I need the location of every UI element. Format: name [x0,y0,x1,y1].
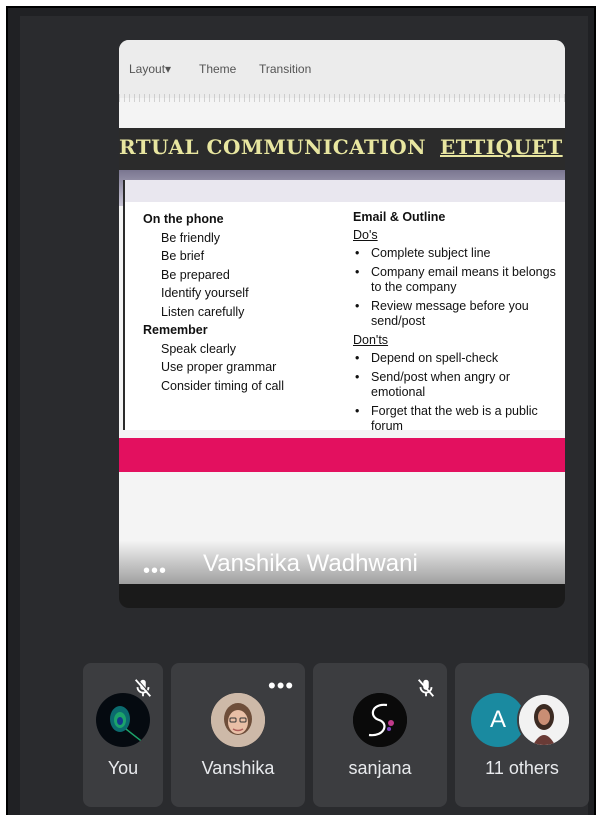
theme-menu: Theme [199,62,237,76]
participant-name: Vanshika [201,758,275,778]
participant-name: sanjana [348,758,412,778]
phone-item: Be prepared [161,267,230,282]
user-photo-icon [519,695,569,745]
avatar [96,693,150,747]
phone-item: Be brief [161,249,205,263]
transition-menu: Transition [259,62,312,76]
layout-menu: Layout▾ [129,62,172,76]
phone-heading: On the phone [143,212,224,226]
participant-name: 11 others [485,758,559,778]
avatar [211,693,265,747]
phone-item: Listen carefully [161,304,245,319]
slide-content: On the phone Be friendly Be brief Be pre… [123,180,565,433]
remember-item: Use proper grammar [161,360,277,374]
remember-item: Consider timing of call [161,378,284,393]
remember-item: Speak clearly [161,341,237,356]
participant-tile-vanshika[interactable]: ••• Vanshika [171,663,305,807]
meeting-window: Layout▾ Theme Transition RTUAL COMMUNICA… [6,6,596,815]
more-options-icon[interactable]: ••• [268,673,294,699]
avatar [353,693,407,747]
phone-item: Be friendly [161,230,221,245]
more-options-icon[interactable]: ••• [143,560,167,583]
meeting-stage: Layout▾ Theme Transition RTUAL COMMUNICA… [20,16,589,815]
donts-label: Don'ts [353,333,389,347]
donts-item: Forget that the web is a public forum [353,404,563,434]
email-heading: Email & Outline [353,210,446,224]
participant-tile-others[interactable]: A 11 others [455,663,589,807]
slide-ruler [119,94,565,102]
dos-item: Complete subject line [353,246,563,261]
phone-column: On the phone Be friendly Be brief Be pre… [143,210,284,395]
shared-screen-tile[interactable]: Layout▾ Theme Transition RTUAL COMMUNICA… [119,40,565,608]
participant-name: You [107,758,139,778]
donts-item: Send/post when angry or emotional [353,370,563,400]
presenter-name: Vanshika Wadhwani [203,550,418,577]
mic-off-icon [417,679,435,697]
mic-off-icon [134,678,153,697]
slide-accent-band [119,438,565,472]
phone-item: Identify yourself [161,286,249,300]
avatar [517,693,571,747]
email-column: Email & Outline Do's Complete subject li… [353,210,563,438]
presentation-slide: Layout▾ Theme Transition RTUAL COMMUNICA… [119,40,565,584]
participant-tile-sanjana[interactable]: sanjana [313,663,447,807]
donts-item: Depend on spell-check [353,351,563,366]
participant-tile-you[interactable]: You [83,663,163,807]
dos-label: Do's [353,228,378,242]
slide-title-band: RTUAL COMMUNICATION ETTIQUET [119,128,565,174]
slide-app-toolbar: Layout▾ Theme Transition [119,40,565,98]
user-photo-icon [211,693,265,747]
peacock-feather-avatar-icon [110,706,145,744]
slide-title: RTUAL COMMUNICATION ETTIQUET [119,135,563,159]
remember-heading: Remember [143,323,208,337]
dos-item: Company email means it belongs to the co… [353,265,563,295]
dos-item: Review message before you send/post [353,299,563,329]
monogram-avatar-icon [353,693,407,747]
